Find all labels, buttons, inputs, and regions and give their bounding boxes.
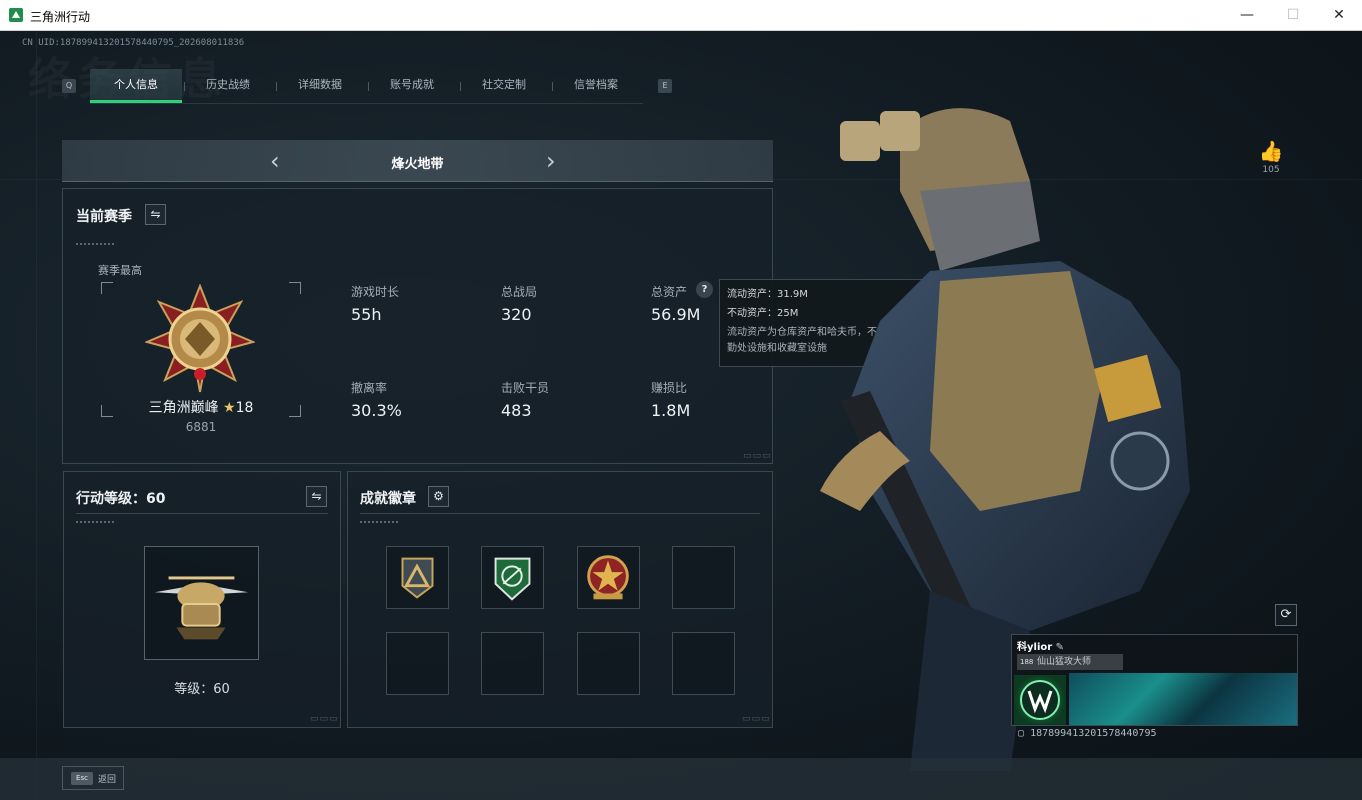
profile-card[interactable]: 科ylior ✎ 188 仙山猛攻大师: [1011, 634, 1298, 726]
window-title: 三角洲行动: [30, 10, 91, 24]
help-icon[interactable]: ?: [696, 281, 713, 298]
profile-title-tag: 188 仙山猛攻大师: [1017, 654, 1123, 670]
frame-corner: [289, 282, 301, 294]
level-panel: 行动等级：60 ⇋ 等级：60 ▭▭▭: [63, 471, 341, 728]
rank-score: 6881: [185, 420, 217, 434]
shield-badge-icon: [494, 557, 531, 601]
divider: [76, 521, 114, 523]
badge-slot[interactable]: [386, 546, 449, 609]
badge-slot-empty[interactable]: [481, 632, 544, 695]
uid-label: CN UID:1878994132015784407​95_2026080118…: [22, 38, 245, 48]
divider: [76, 513, 328, 514]
back-button[interactable]: Esc 返回: [62, 766, 124, 790]
esc-key: Esc: [71, 772, 93, 785]
badge-slot-empty[interactable]: [672, 546, 735, 609]
tab-history[interactable]: 历史战绩: [182, 69, 274, 103]
rank-name-text: 三角洲巅峰: [148, 400, 219, 416]
avatar-logo-icon: [1020, 680, 1060, 720]
tab-social[interactable]: 社交定制: [458, 69, 550, 103]
badge-slot-empty[interactable]: [672, 632, 735, 695]
close-button[interactable]: ✕: [1316, 0, 1362, 31]
gear-icon[interactable]: ⚙: [428, 486, 449, 507]
divider: [76, 243, 114, 245]
tab-profile[interactable]: 个人信息: [90, 69, 182, 103]
stat-label-assets: 总资产: [651, 285, 688, 299]
triangle-badge-icon: [401, 557, 434, 599]
profile-banner: [1069, 673, 1297, 725]
badge-slot-empty[interactable]: [577, 632, 640, 695]
profile-uid-text: 1878994132015784407​95: [1030, 728, 1157, 739]
footer-bar: Esc 返回: [0, 758, 1362, 800]
stat-label-extract-rate: 撤离率: [351, 381, 388, 395]
back-label: 返回: [98, 775, 117, 785]
stat-value-kills: 483: [501, 401, 532, 420]
divider: [360, 513, 760, 514]
swap-icon[interactable]: ⇋: [306, 486, 327, 507]
title-bar: 三角洲行动 — ☐ ✕: [0, 0, 1362, 31]
bg-grid-line: [36, 31, 37, 800]
profile-uid: ▢ 1878994132015784407​95: [1018, 728, 1157, 739]
badge-slot[interactable]: [481, 546, 544, 609]
badge-slot[interactable]: [577, 546, 640, 609]
edit-icon[interactable]: ✎: [1056, 642, 1064, 653]
helicopter-emblem-icon: [154, 576, 249, 640]
stat-value-assets: 56.9M: [651, 305, 701, 324]
star-icon: ★: [223, 400, 236, 416]
stat-label-playtime: 游戏时长: [351, 285, 400, 299]
tab-next-key[interactable]: E: [658, 79, 672, 93]
tab-credit[interactable]: 信誉档案: [550, 69, 642, 103]
rank-stars: 18: [235, 400, 254, 416]
refresh-icon[interactable]: ⟳: [1275, 604, 1297, 626]
mode-label: 烽火地带: [391, 157, 444, 172]
swap-icon[interactable]: ⇋: [145, 204, 166, 225]
tab-prev-key[interactable]: Q: [62, 79, 76, 93]
stat-label-matches: 总战局: [501, 285, 538, 299]
avatar: [1014, 675, 1066, 725]
like-count: 105: [1262, 165, 1280, 175]
tab-underline: [90, 103, 643, 104]
level-text: 等级：60: [174, 682, 230, 697]
tag-text: 仙山猛攻大师: [1037, 657, 1092, 667]
panel-corner-mark: ▭▭▭: [742, 714, 771, 724]
panel-corner-mark: ▭▭▭: [743, 451, 772, 461]
game-screen: 络务信息 CN UID:1878994132015784407​95_20260…: [0, 31, 1362, 800]
stat-value-playtime: 55h: [351, 305, 382, 324]
profile-name: 科ylior ✎: [1017, 638, 1064, 653]
frame-corner: [101, 282, 113, 294]
badges-panel: 成就徽章 ⚙ ▭▭▭: [347, 471, 773, 728]
next-mode-button[interactable]: ›: [546, 149, 556, 173]
like-button[interactable]: 👍 105: [1258, 139, 1284, 175]
current-season-panel: 当前赛季 ⇋ 赛季最高 三角洲巅峰 ★18 6881 游戏时长 55h 总战局 …: [62, 188, 773, 464]
star-badge-icon: [587, 555, 629, 600]
season-title: 当前赛季: [76, 209, 132, 225]
tab-details[interactable]: 详细数据: [274, 69, 366, 103]
panel-corner-mark: ▭▭▭: [310, 714, 339, 724]
thumbs-up-icon: 👍: [1258, 139, 1284, 163]
app-icon: [9, 8, 23, 22]
stat-value-extract-rate: 30.3%: [351, 401, 402, 420]
badges-title: 成就徽章: [360, 491, 416, 507]
divider: [360, 521, 398, 523]
copy-icon[interactable]: ▢: [1018, 728, 1024, 739]
rank-medal-icon: [145, 284, 255, 393]
profile-name-text: 科ylior: [1017, 642, 1053, 653]
tab-achievements[interactable]: 账号成就: [366, 69, 458, 103]
maximize-button[interactable]: ☐: [1270, 0, 1316, 31]
level-title: 行动等级：60: [76, 491, 166, 507]
level-emblem-frame: [144, 546, 259, 660]
stat-label-profit: 赚损比: [651, 381, 688, 395]
mode-selector: ‹ 烽火地带 ›: [62, 140, 773, 182]
season-best-label: 赛季最高: [98, 264, 142, 277]
tag-level: 188: [1020, 658, 1034, 666]
rank-name: 三角洲巅峰 ★18: [101, 397, 301, 417]
stat-label-kills: 击败干员: [501, 381, 550, 395]
badge-slot-empty[interactable]: [386, 632, 449, 695]
stat-value-matches: 320: [501, 305, 532, 324]
stat-value-profit: 1.8M: [651, 401, 691, 420]
minimize-button[interactable]: —: [1224, 0, 1270, 31]
